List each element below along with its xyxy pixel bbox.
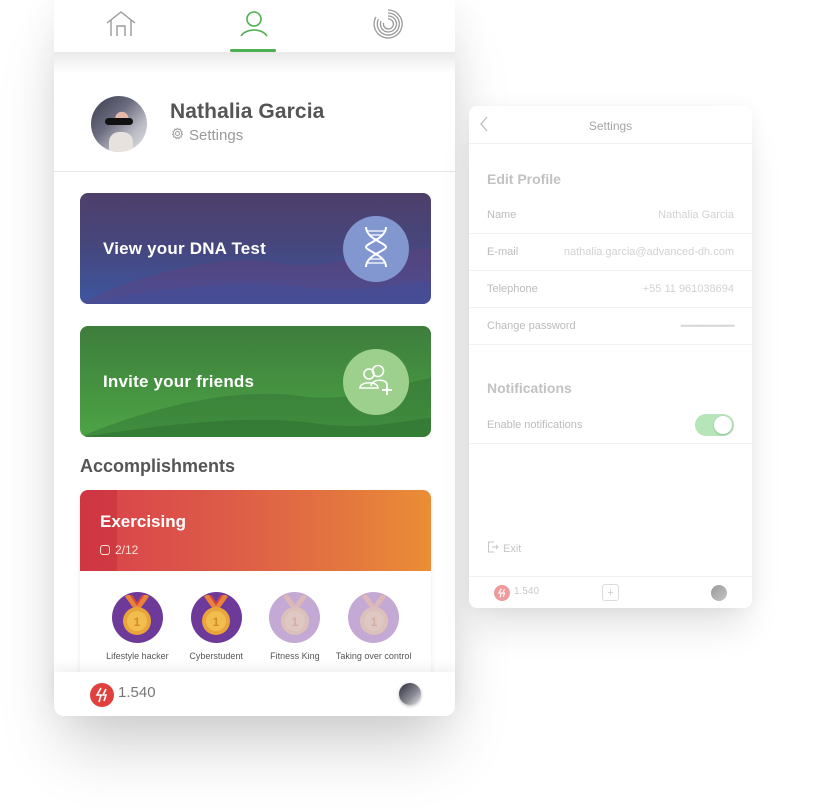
accomplishment-card[interactable]: Exercising 2/12 1 Lifestyle hacker 1 Cyb… [80,490,431,690]
field-telephone[interactable]: Telephone +55 11 961038694 [469,271,752,308]
settings-bottom-bar: 1.540 + [469,576,752,608]
accomplishment-category-title: Exercising [100,512,186,531]
nav-shadow [54,52,455,74]
settings-title: Settings [588,119,633,133]
profile-screen: Nathalia Garcia Settings View your DNA T… [54,0,455,716]
add-button[interactable]: + [602,584,619,601]
invite-friends-card[interactable]: Invite your friends [80,326,431,437]
notifications-title: Notifications [487,380,572,396]
svg-text:1: 1 [370,615,377,629]
dna-icon [361,225,391,274]
settings-header: Settings [469,106,752,144]
settings-label: Settings [189,127,244,144]
checkbox-icon [100,545,110,555]
lightning-icon[interactable] [90,683,114,707]
points-value: 1.540 [118,684,156,701]
friends-card-label: Invite your friends [103,372,255,391]
badge-label: Cyberstudent [189,651,243,661]
accomplishments-title: Accomplishments [80,456,236,476]
edit-profile-title: Edit Profile [487,171,561,187]
field-label: Name [487,209,517,221]
top-navigation [54,0,455,52]
badge-list: 1 Lifestyle hacker 1 Cyberstudent 1 Fitn… [80,592,431,662]
user-icon [238,9,270,44]
dna-icon-circle [343,216,409,282]
gear-icon [171,127,184,144]
badge-label: Lifestyle hacker [106,651,169,661]
svg-text:1: 1 [213,615,220,629]
exit-label: Exit [503,542,522,555]
tab-home[interactable] [91,0,151,52]
svg-text:1: 1 [292,615,299,629]
exit-icon [487,541,499,556]
profile-name: Nathalia Garcia [170,100,325,123]
field-label: Change password [487,320,576,332]
lightning-icon[interactable] [494,585,510,601]
badge-item[interactable]: 1 Cyberstudent [177,592,256,662]
dna-test-card[interactable]: View your DNA Test [80,193,431,304]
field-change-password[interactable]: Change password ••••••••••••••••••••••••… [469,308,752,345]
avatar-small[interactable] [711,585,727,601]
field-email[interactable]: E-mail nathalia.garcia@advanced-dh.com [469,234,752,271]
progress-count: 2/12 [115,543,139,557]
badge-item[interactable]: 1 Fitness King [256,592,335,662]
tab-profile[interactable] [224,0,284,52]
badge-label: Fitness King [270,651,320,661]
avatar[interactable] [91,96,147,152]
tab-progress[interactable] [358,0,418,52]
accomplishment-progress: 2/12 [100,543,138,557]
avatar-small[interactable] [399,683,421,705]
badge-item[interactable]: 1 Taking over control [334,592,413,662]
accomplishment-header: Exercising 2/12 [80,490,431,571]
enable-notifications-label: Enable notifications [487,419,583,431]
exit-button[interactable]: Exit [487,541,521,556]
bottom-bar: 1.540 [54,672,455,716]
badge-item[interactable]: 1 Lifestyle hacker [98,592,177,662]
notifications-toggle[interactable] [695,414,734,436]
medal-icon: 1 [348,592,400,643]
dna-card-label: View your DNA Test [103,239,266,258]
progress-rings-icon [372,8,404,45]
svg-text:1: 1 [134,615,141,629]
field-value[interactable]: nathalia.garcia@advanced-dh.com [564,246,734,258]
badge-label: Taking over control [335,651,412,661]
field-label: E-mail [487,246,519,258]
field-value[interactable]: Nathalia Garcia [658,209,734,221]
field-value[interactable]: +55 11 961038694 [643,283,734,295]
field-name[interactable]: Name Nathalia Garcia [469,197,752,234]
field-label: Telephone [487,283,538,295]
friends-icon-circle [343,349,409,415]
medal-icon: 1 [190,592,242,643]
toggle-knob [714,416,732,434]
settings-screen: Settings Edit Profile Name Nathalia Garc… [469,106,752,608]
medal-icon: 1 [269,592,321,643]
field-value[interactable]: ••••••••••••••••••••••••• [680,321,735,331]
medal-icon: 1 [111,592,163,643]
profile-header: Nathalia Garcia Settings [54,80,455,172]
enable-notifications-row: Enable notifications [469,407,752,444]
settings-link[interactable]: Settings [171,127,243,144]
points-value: 1.540 [514,586,540,597]
add-friends-icon [357,364,395,401]
home-icon [105,10,137,43]
